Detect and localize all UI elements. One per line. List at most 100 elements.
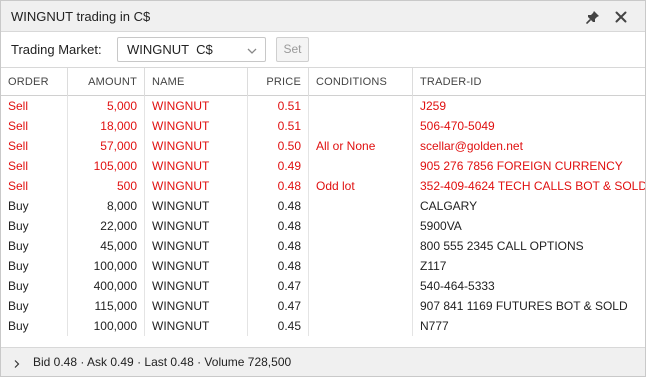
cell-trader-id: 907 841 1169 FUTURES BOT & SOLD	[420, 299, 628, 313]
cell-order: Sell	[1, 116, 68, 136]
chevron-down-icon	[246, 45, 258, 55]
trading-market-select[interactable]: WINGNUT C$	[117, 37, 266, 62]
table-row[interactable]: Buy 115,000 WINGNUT 0.47 907 841 1169 FUTURE…	[1, 296, 645, 316]
cell-trader-id: 506-470-5049	[420, 119, 495, 133]
cell-price: 0.51	[248, 96, 309, 116]
cell-amount: 22,000	[68, 216, 145, 236]
cell-order: Buy	[1, 196, 68, 216]
cell-amount: 45,000	[68, 236, 145, 256]
cell-conditions: Odd lot	[309, 176, 413, 196]
cell-name: WINGNUT	[145, 196, 248, 216]
cell-conditions	[309, 116, 413, 136]
cell-name: WINGNUT	[145, 116, 248, 136]
cell-order: Buy	[1, 236, 68, 256]
cell-name: WINGNUT	[145, 276, 248, 296]
column-header-trader-id[interactable]: TRADER-ID	[413, 68, 645, 96]
table-row[interactable]: Sell 5,000 WINGNUT 0.51 J259	[1, 96, 645, 116]
column-header-price[interactable]: PRICE	[248, 68, 309, 96]
grid-rows: Sell 5,000 WINGNUT 0.51 J259 Sell 18,000 WINGNU…	[1, 96, 645, 336]
cell-amount: 105,000	[68, 156, 145, 176]
table-row[interactable]: Sell 18,000 WINGNUT 0.51 506-470-5049	[1, 116, 645, 136]
cell-price: 0.49	[248, 156, 309, 176]
cell-conditions	[309, 276, 413, 296]
cell-name: WINGNUT	[145, 236, 248, 256]
cell-name: WINGNUT	[145, 96, 248, 116]
cell-price: 0.47	[248, 276, 309, 296]
cell-trader-id: 800 555 2345 CALL OPTIONS	[420, 239, 584, 253]
cell-trader-id: 905 276 7856 FOREIGN CURRENCY	[420, 159, 623, 173]
column-header-name[interactable]: NAME	[145, 68, 248, 96]
cell-name: WINGNUT	[145, 256, 248, 276]
column-header-amount[interactable]: AMOUNT	[68, 68, 145, 96]
cell-price: 0.48	[248, 256, 309, 276]
title-bar: WINGNUT trading in C$	[1, 1, 645, 32]
cell-order: Sell	[1, 156, 68, 176]
cell-order: Buy	[1, 256, 68, 276]
cell-conditions	[309, 316, 413, 336]
trading-market-value: WINGNUT C$	[127, 42, 213, 57]
table-row[interactable]: Sell 57,000 WINGNUT 0.50 All or None scellar@…	[1, 136, 645, 156]
cell-order: Buy	[1, 276, 68, 296]
cell-trader-id: 352-409-4624 TECH CALLS BOT & SOLD	[420, 179, 645, 193]
cell-trader-id: Z117	[420, 259, 447, 273]
column-header-conditions[interactable]: CONDITIONS	[309, 68, 413, 96]
pin-icon[interactable]	[585, 9, 601, 25]
cell-name: WINGNUT	[145, 296, 248, 316]
close-icon[interactable]	[613, 9, 629, 25]
chevron-right-icon[interactable]	[13, 358, 21, 368]
cell-price: 0.48	[248, 196, 309, 216]
cell-order: Buy	[1, 316, 68, 336]
cell-name: WINGNUT	[145, 176, 248, 196]
cell-conditions	[309, 196, 413, 216]
trading-window: WINGNUT trading in C$ Trading Market: WI…	[0, 0, 646, 377]
cell-amount: 57,000	[68, 136, 145, 156]
table-row[interactable]: Buy 22,000 WINGNUT 0.48 5900VA	[1, 216, 645, 236]
cell-conditions	[309, 216, 413, 236]
column-header-order[interactable]: ORDER	[1, 68, 68, 96]
cell-trader-id: scellar@golden.net	[420, 139, 523, 153]
grid-header: ORDER AMOUNT NAME PRICE CONDITIONS TRADE…	[1, 68, 645, 96]
cell-price: 0.51	[248, 116, 309, 136]
cell-order: Sell	[1, 96, 68, 116]
status-bar: Bid 0.48 · Ask 0.49 · Last 0.48 · Volume…	[1, 347, 645, 376]
table-row[interactable]: Buy 400,000 WINGNUT 0.47 540-464-5333	[1, 276, 645, 296]
cell-trader-id: J259	[420, 99, 447, 113]
orders-grid: ORDER AMOUNT NAME PRICE CONDITIONS TRADE…	[1, 67, 645, 336]
set-button[interactable]: Set	[276, 37, 309, 62]
cell-conditions: All or None	[309, 136, 413, 156]
cell-amount: 115,000	[68, 296, 145, 316]
cell-amount: 100,000	[68, 256, 145, 276]
cell-amount: 5,000	[68, 96, 145, 116]
cell-price: 0.48	[248, 236, 309, 256]
table-row[interactable]: Buy 8,000 WINGNUT 0.48 CALGARY	[1, 196, 645, 216]
cell-name: WINGNUT	[145, 156, 248, 176]
cell-name: WINGNUT	[145, 316, 248, 336]
cell-trader-id: 540-464-5333	[420, 279, 495, 293]
cell-name: WINGNUT	[145, 216, 248, 236]
table-row[interactable]: Buy 45,000 WINGNUT 0.48 800 555 2345 CALL OP…	[1, 236, 645, 256]
cell-order: Sell	[1, 176, 68, 196]
cell-conditions	[309, 256, 413, 276]
cell-trader-id: N777	[420, 319, 449, 333]
cell-price: 0.48	[248, 216, 309, 236]
cell-conditions	[309, 156, 413, 176]
market-summary: Bid 0.48 · Ask 0.49 · Last 0.48 · Volume…	[33, 355, 292, 369]
table-row[interactable]: Buy 100,000 WINGNUT 0.45 N777	[1, 316, 645, 336]
cell-order: Buy	[1, 216, 68, 236]
trading-market-label: Trading Market:	[11, 42, 102, 57]
table-row[interactable]: Sell 500 WINGNUT 0.48 Odd lot 352-409-4624 TE…	[1, 176, 645, 196]
cell-name: WINGNUT	[145, 136, 248, 156]
cell-conditions	[309, 236, 413, 256]
cell-order: Sell	[1, 136, 68, 156]
table-row[interactable]: Sell 105,000 WINGNUT 0.49 905 276 7856 FOREI…	[1, 156, 645, 176]
window-title: WINGNUT trading in C$	[11, 9, 151, 24]
cell-price: 0.48	[248, 176, 309, 196]
table-row[interactable]: Buy 100,000 WINGNUT 0.48 Z117	[1, 256, 645, 276]
cell-amount: 500	[68, 176, 145, 196]
cell-amount: 18,000	[68, 116, 145, 136]
cell-trader-id: CALGARY	[420, 199, 478, 213]
cell-order: Buy	[1, 296, 68, 316]
cell-trader-id: 5900VA	[420, 219, 462, 233]
cell-price: 0.47	[248, 296, 309, 316]
cell-amount: 400,000	[68, 276, 145, 296]
